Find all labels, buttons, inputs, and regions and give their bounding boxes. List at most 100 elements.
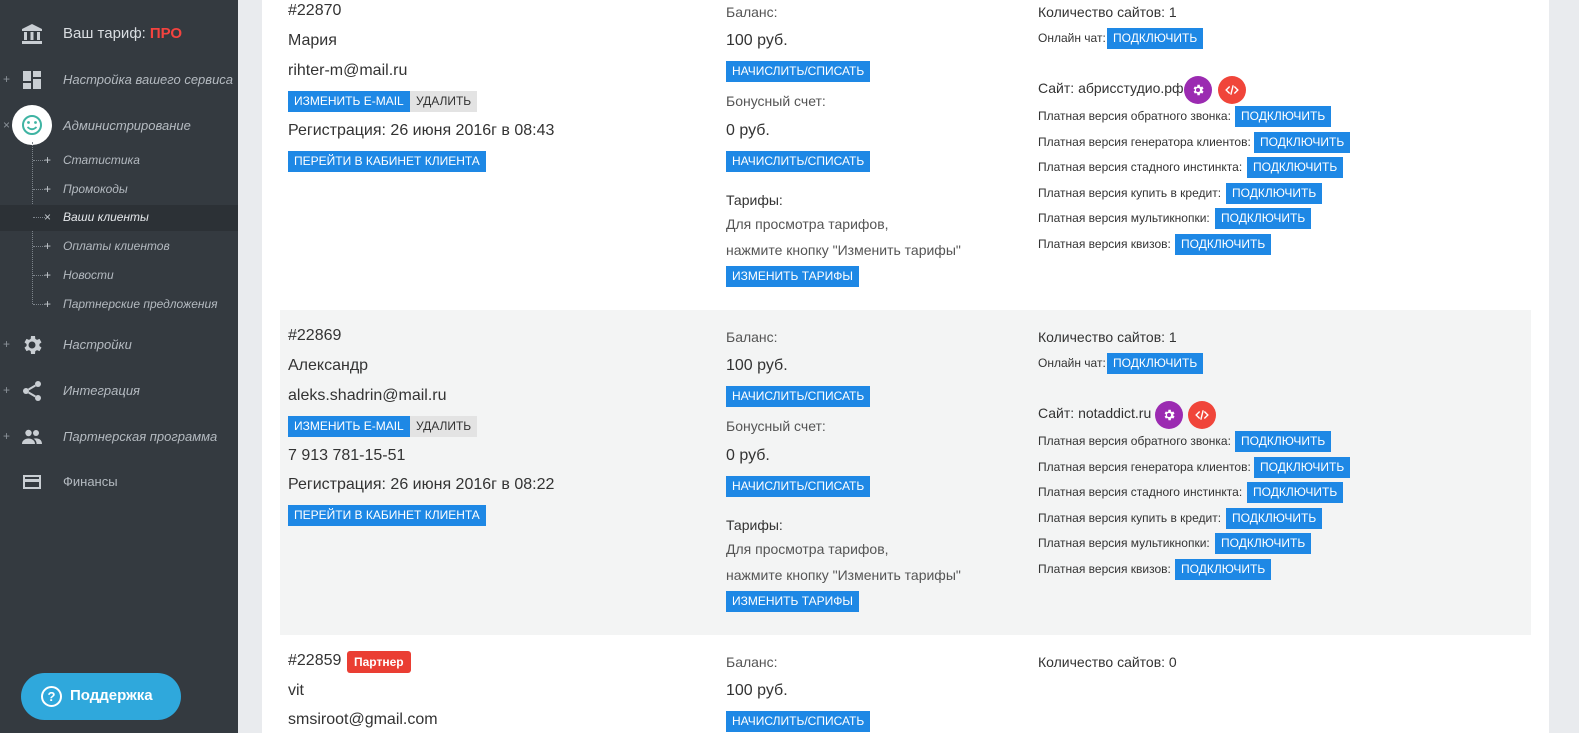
code-icon	[1225, 85, 1239, 95]
sidebar-item-label: Партнерская программа	[63, 429, 218, 444]
connect-multi-button[interactable]: ПОДКЛЮЧИТЬ	[1215, 533, 1312, 554]
tariffs-hint: Для просмотра тарифов,	[726, 541, 889, 557]
paid-generator-label: Платная версия генератора клиентов:	[1038, 460, 1251, 474]
connect-online-chat-button[interactable]: ПОДКЛЮЧИТЬ	[1107, 353, 1204, 374]
charge-balance-button[interactable]: НАЧИСЛИТЬ/СПИСАТЬ	[726, 711, 871, 732]
connect-credit-button[interactable]: ПОДКЛЮЧИТЬ	[1226, 508, 1323, 529]
tariffs-hint: нажмите кнопку "Изменить тарифы"	[726, 567, 961, 583]
sites-count: Количество сайтов: 1	[1038, 329, 1177, 345]
paid-herd-label: Платная версия стадного инстинкта:	[1038, 160, 1243, 174]
site-name: Сайт: абрисстудио.рф	[1038, 80, 1184, 96]
change-email-button[interactable]: ИЗМЕНИТЬ E-MAIL	[288, 91, 410, 112]
balance-value: 100 руб.	[726, 682, 788, 699]
partner-badge: Партнер	[347, 651, 411, 673]
sidebar-subitem-statistics[interactable]: + Статистика	[0, 148, 238, 174]
online-chat-label: Онлайн чат:	[1038, 31, 1106, 45]
go-to-cabinet-button[interactable]: ПЕРЕЙТИ В КАБИНЕТ КЛИЕНТА	[288, 151, 486, 172]
expand-toggle[interactable]: +	[3, 72, 10, 86]
client-card: #22869 Александр aleks.shadrin@mail.ru И…	[280, 310, 1531, 635]
client-name: vit	[288, 682, 304, 699]
tariffs-hint: Для просмотра тарифов,	[726, 216, 889, 232]
clients-panel: #22870 Мария rihter-m@mail.ru ИЗМЕНИТЬ E…	[262, 0, 1549, 733]
expand-toggle[interactable]: +	[3, 429, 10, 443]
paid-quiz-label: Платная версия квизов:	[1038, 562, 1171, 576]
bonus-value: 0 руб.	[726, 447, 770, 464]
connect-herd-button[interactable]: ПОДКЛЮЧИТЬ	[1247, 482, 1344, 503]
balance-label: Баланс:	[726, 329, 778, 345]
client-email: aleks.shadrin@mail.ru	[288, 387, 447, 404]
expand-toggle[interactable]: +	[3, 383, 10, 397]
delete-button[interactable]: УДАЛИТЬ	[410, 416, 478, 437]
bank-icon	[20, 22, 44, 46]
sidebar-item-administration[interactable]: × Администрирование	[0, 105, 238, 145]
balance-label: Баланс:	[726, 654, 778, 670]
charge-bonus-button[interactable]: НАЧИСЛИТЬ/СПИСАТЬ	[726, 476, 871, 497]
connect-herd-button[interactable]: ПОДКЛЮЧИТЬ	[1247, 157, 1344, 178]
client-name: Александр	[288, 357, 369, 374]
support-button[interactable]: ? Поддержка	[21, 673, 181, 720]
paid-credit-label: Платная версия купить в кредит:	[1038, 186, 1222, 200]
connect-callback-button[interactable]: ПОДКЛЮЧИТЬ	[1235, 431, 1332, 452]
sidebar-subitem-client-payments[interactable]: + Оплаты клиентов	[0, 234, 238, 260]
charge-balance-button[interactable]: НАЧИСЛИТЬ/СПИСАТЬ	[726, 386, 871, 407]
site-code-button[interactable]	[1218, 76, 1246, 104]
sidebar-item-label: Интеграция	[63, 383, 140, 398]
client-registration: Регистрация: 26 июня 2016г в 08:22	[288, 476, 555, 493]
gear-icon	[1164, 409, 1175, 421]
connect-callback-button[interactable]: ПОДКЛЮЧИТЬ	[1235, 106, 1332, 127]
connect-generator-button[interactable]: ПОДКЛЮЧИТЬ	[1254, 132, 1351, 153]
charge-bonus-button[interactable]: НАЧИСЛИТЬ/СПИСАТЬ	[726, 151, 871, 172]
gear-icon	[20, 333, 44, 357]
site-settings-button[interactable]	[1155, 401, 1183, 429]
connect-online-chat-button[interactable]: ПОДКЛЮЧИТЬ	[1107, 28, 1204, 49]
paid-callback-label: Платная версия обратного звонка:	[1038, 109, 1231, 123]
connect-generator-button[interactable]: ПОДКЛЮЧИТЬ	[1254, 457, 1351, 478]
change-email-button[interactable]: ИЗМЕНИТЬ E-MAIL	[288, 416, 410, 437]
sidebar-item-finance[interactable]: Финансы	[0, 467, 238, 497]
client-card: #22859 Партнер vit smsiroot@gmail.com Ба…	[280, 635, 1531, 733]
scrollbar-track[interactable]	[1549, 0, 1579, 733]
connect-credit-button[interactable]: ПОДКЛЮЧИТЬ	[1226, 183, 1323, 204]
credit-card-icon	[20, 470, 44, 494]
plan-text: Ваш тариф: ПРО	[63, 25, 183, 42]
collapse-toggle[interactable]: ×	[3, 118, 10, 132]
support-label: Поддержка	[70, 687, 153, 704]
sidebar-item-partner-program[interactable]: + Партнерская программа	[0, 422, 238, 452]
sidebar-item-label: Настройки	[63, 337, 132, 352]
site-code-button[interactable]	[1188, 401, 1216, 429]
sidebar-item-integration[interactable]: + Интеграция	[0, 376, 238, 406]
tariffs-label: Тарифы:	[726, 517, 783, 533]
client-id: #22869	[288, 327, 342, 344]
sidebar-subitem-news[interactable]: + Новости	[0, 263, 238, 289]
client-id: #22859	[288, 652, 342, 669]
sidebar-item-label: Финансы	[63, 474, 118, 489]
site-name: Сайт: notaddict.ru	[1038, 405, 1152, 421]
paid-callback-label: Платная версия обратного звонка:	[1038, 434, 1231, 448]
charge-balance-button[interactable]: НАЧИСЛИТЬ/СПИСАТЬ	[726, 61, 871, 82]
go-to-cabinet-button[interactable]: ПЕРЕЙТИ В КАБИНЕТ КЛИЕНТА	[288, 505, 486, 526]
paid-quiz-label: Платная версия квизов:	[1038, 237, 1171, 251]
paid-multi-label: Платная версия мультикнопки:	[1038, 211, 1210, 225]
change-tariffs-button[interactable]: ИЗМЕНИТЬ ТАРИФЫ	[726, 266, 860, 287]
share-icon	[20, 379, 44, 403]
sidebar-subitem-partner-offers[interactable]: + Партнерские предложения	[0, 292, 238, 318]
sidebar-item-service-settings[interactable]: + Настройка вашего сервиса	[0, 65, 238, 95]
change-tariffs-button[interactable]: ИЗМЕНИТЬ ТАРИФЫ	[726, 591, 860, 612]
site-settings-button[interactable]	[1184, 76, 1212, 104]
people-icon	[20, 425, 44, 449]
expand-toggle[interactable]: +	[3, 337, 10, 351]
dashboard-icon	[20, 68, 44, 92]
online-chat-label: Онлайн чат:	[1038, 356, 1106, 370]
connect-multi-button[interactable]: ПОДКЛЮЧИТЬ	[1215, 208, 1312, 229]
sidebar-item-settings[interactable]: + Настройки	[0, 330, 238, 360]
paid-multi-label: Платная версия мультикнопки:	[1038, 536, 1210, 550]
paid-generator-label: Платная версия генератора клиентов:	[1038, 135, 1251, 149]
balance-label: Баланс:	[726, 4, 778, 20]
connect-quiz-button[interactable]: ПОДКЛЮЧИТЬ	[1175, 234, 1272, 255]
connect-quiz-button[interactable]: ПОДКЛЮЧИТЬ	[1175, 559, 1272, 580]
paid-credit-label: Платная версия купить в кредит:	[1038, 511, 1222, 525]
tariffs-hint: нажмите кнопку "Изменить тарифы"	[726, 242, 961, 258]
delete-button[interactable]: УДАЛИТЬ	[410, 91, 478, 112]
sidebar-subitem-promocodes[interactable]: + Промокоды	[0, 177, 238, 203]
sidebar-subitem-your-clients[interactable]: × Ваши клиенты	[0, 205, 238, 231]
